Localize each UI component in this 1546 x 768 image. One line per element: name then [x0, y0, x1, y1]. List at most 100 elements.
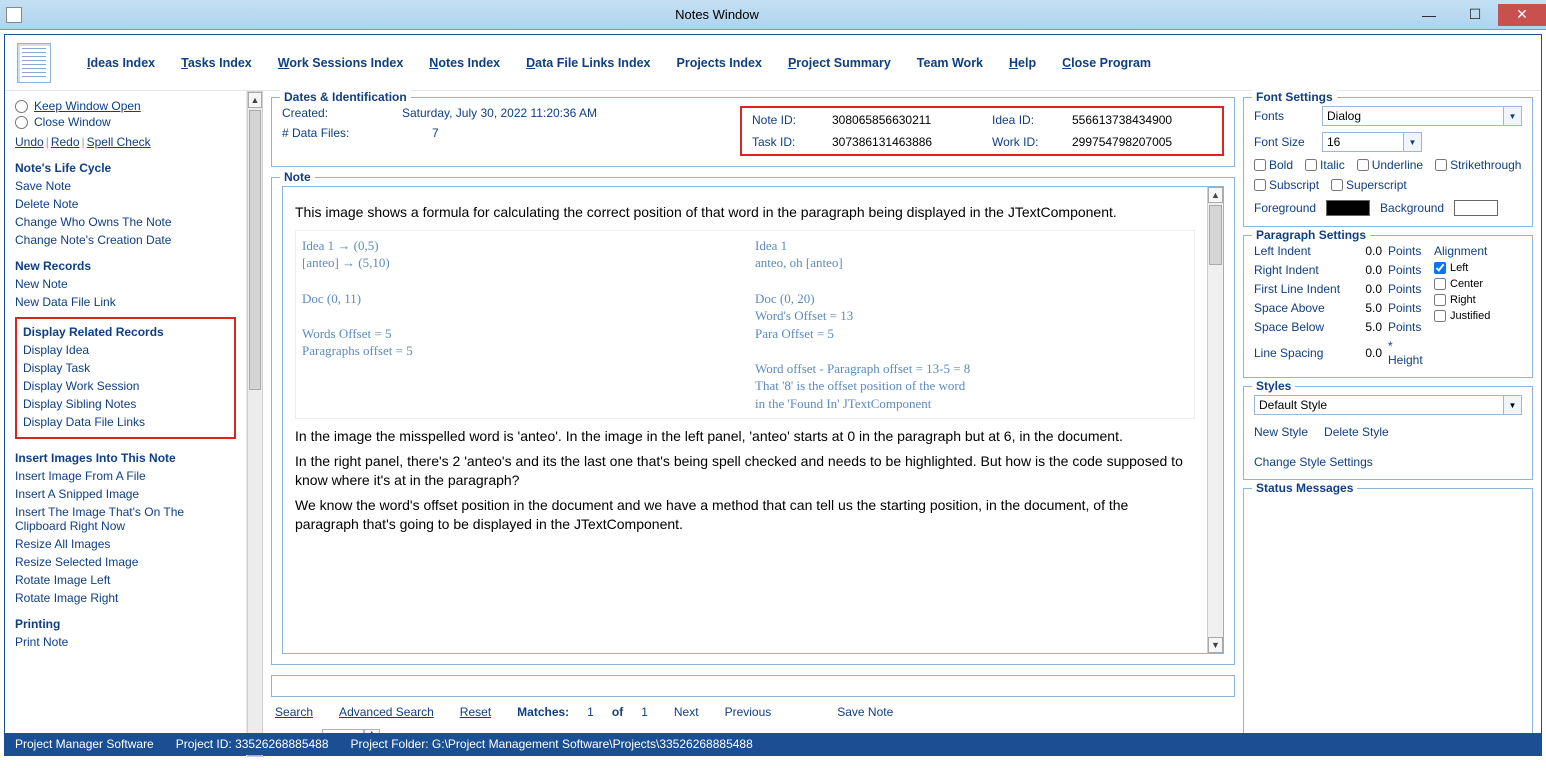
align-right-checkbox[interactable]: Right — [1434, 294, 1490, 306]
space-above-value: 5.0 — [1352, 301, 1382, 315]
display-task-link[interactable]: Display Task — [23, 361, 228, 375]
display-work-session-link[interactable]: Display Work Session — [23, 379, 228, 393]
change-date-link[interactable]: Change Note's Creation Date — [15, 233, 236, 247]
note-scrollbar[interactable]: ▲ ▼ — [1207, 187, 1223, 653]
note-paragraph: In the image the misspelled word is 'ant… — [295, 427, 1195, 446]
align-left-checkbox[interactable]: Left — [1434, 262, 1490, 274]
matches-total: 1 — [641, 705, 648, 719]
strikethrough-checkbox[interactable]: Strikethrough — [1435, 158, 1521, 172]
previous-link[interactable]: Previous — [725, 705, 772, 719]
status-project-folder: Project Folder: G:\Project Management So… — [351, 737, 753, 751]
print-note-link[interactable]: Print Note — [15, 635, 236, 649]
delete-style-link[interactable]: Delete Style — [1324, 425, 1389, 439]
menu-team-work[interactable]: Team Work — [917, 56, 983, 70]
new-style-link[interactable]: New Style — [1254, 425, 1308, 439]
advanced-search-link[interactable]: Advanced Search — [339, 705, 434, 719]
chevron-down-icon[interactable]: ▼ — [1504, 106, 1522, 126]
data-files-value: 7 — [402, 126, 632, 140]
menu-projects-index[interactable]: Projects Index — [677, 56, 762, 70]
menu-tasks-index[interactable]: Tasks Index — [181, 56, 252, 70]
menu-ideas-index[interactable]: Ideas Index — [87, 56, 155, 70]
line-spacing-label: Line Spacing — [1254, 346, 1346, 360]
italic-checkbox[interactable]: Italic — [1305, 158, 1345, 172]
font-select[interactable]: ▼ — [1322, 106, 1522, 126]
delete-note-link[interactable]: Delete Note — [15, 197, 236, 211]
search-link[interactable]: Search — [275, 705, 313, 719]
rotate-left-link[interactable]: Rotate Image Left — [15, 573, 236, 587]
rotate-right-link[interactable]: Rotate Image Right — [15, 591, 236, 605]
display-sibling-notes-link[interactable]: Display Sibling Notes — [23, 397, 228, 411]
vertical-scrollbar-left[interactable]: ▲ ▼ — [247, 91, 263, 757]
note-section: Note This image shows a formula for calc… — [271, 177, 1235, 665]
radio-keep-open[interactable]: Keep Window Open — [15, 99, 236, 113]
font-size-input[interactable] — [1322, 132, 1404, 152]
next-link[interactable]: Next — [674, 705, 699, 719]
insert-clipboard-link[interactable]: Insert The Image That's On The Clipboard… — [15, 505, 236, 533]
search-input[interactable] — [271, 675, 1235, 697]
radio-close-window[interactable]: Close Window — [15, 115, 236, 129]
new-note-link[interactable]: New Note — [15, 277, 236, 291]
underline-checkbox[interactable]: Underline — [1357, 158, 1423, 172]
data-files-label: # Data Files: — [282, 126, 392, 140]
change-owner-link[interactable]: Change Who Owns The Note — [15, 215, 236, 229]
change-style-link[interactable]: Change Style Settings — [1254, 455, 1373, 469]
points-label: Points — [1388, 301, 1426, 315]
menu-project-summary[interactable]: Project Summary — [788, 56, 891, 70]
insert-image-file-link[interactable]: Insert Image From A File — [15, 469, 236, 483]
style-input[interactable] — [1254, 395, 1504, 415]
resize-all-link[interactable]: Resize All Images — [15, 537, 236, 551]
align-center-checkbox[interactable]: Center — [1434, 278, 1490, 290]
bold-checkbox[interactable]: Bold — [1254, 158, 1293, 172]
minimize-button[interactable]: — — [1406, 4, 1452, 26]
window-title: Notes Window — [28, 7, 1406, 22]
section-related-records: Display Related Records — [23, 325, 228, 339]
undo-link[interactable]: Undo — [15, 135, 44, 149]
points-label: Points — [1388, 320, 1426, 334]
redo-link[interactable]: Redo — [51, 135, 80, 149]
new-data-file-link[interactable]: New Data File Link — [15, 295, 236, 309]
menu-help[interactable]: Help — [1009, 56, 1036, 70]
scroll-up-icon[interactable]: ▲ — [248, 92, 262, 108]
display-data-file-links-link[interactable]: Display Data File Links — [23, 415, 228, 429]
close-button[interactable]: ✕ — [1498, 4, 1546, 26]
app-icon — [6, 7, 22, 23]
save-note-link-bottom[interactable]: Save Note — [837, 705, 893, 719]
background-swatch[interactable] — [1454, 200, 1498, 216]
matches-current: 1 — [587, 705, 594, 719]
font-size-select[interactable]: ▼ — [1322, 132, 1422, 152]
styles-section: Styles ▼ New Style Delete Style Change S… — [1243, 386, 1533, 480]
menu-data-file-links-index[interactable]: Data File Links Index — [526, 56, 650, 70]
created-label: Created: — [282, 106, 392, 120]
chevron-down-icon[interactable]: ▼ — [1404, 132, 1422, 152]
scroll-down-icon[interactable]: ▼ — [1208, 637, 1223, 653]
insert-snipped-link[interactable]: Insert A Snipped Image — [15, 487, 236, 501]
menu-close-program[interactable]: Close Program — [1062, 56, 1151, 70]
image-left-text: Idea 1 → (0,5) [anteo] → (5,10) Doc (0, … — [302, 237, 735, 412]
scroll-thumb[interactable] — [249, 110, 261, 390]
style-select[interactable]: ▼ — [1254, 395, 1522, 415]
foreground-swatch[interactable] — [1326, 200, 1370, 216]
points-label: Points — [1388, 244, 1426, 258]
superscript-checkbox[interactable]: Superscript — [1331, 178, 1407, 192]
resize-selected-link[interactable]: Resize Selected Image — [15, 555, 236, 569]
height-label: * Height — [1388, 339, 1426, 367]
legend-dates: Dates & Identification — [280, 90, 411, 104]
display-idea-link[interactable]: Display Idea — [23, 343, 228, 357]
align-justified-checkbox[interactable]: Justified — [1434, 310, 1490, 322]
scroll-thumb[interactable] — [1209, 205, 1222, 265]
font-input[interactable] — [1322, 106, 1504, 126]
menu-work-sessions-index[interactable]: Work Sessions Index — [278, 56, 404, 70]
idea-id-label: Idea ID: — [992, 113, 1052, 127]
save-note-link[interactable]: Save Note — [15, 179, 236, 193]
scroll-up-icon[interactable]: ▲ — [1208, 187, 1223, 203]
note-editor[interactable]: This image shows a formula for calculati… — [283, 187, 1207, 653]
spellcheck-link[interactable]: Spell Check — [87, 135, 151, 149]
menu-notes-index[interactable]: Notes Index — [429, 56, 500, 70]
chevron-down-icon[interactable]: ▼ — [1504, 395, 1522, 415]
legend-styles: Styles — [1252, 379, 1295, 393]
font-size-label: Font Size — [1254, 135, 1314, 149]
maximize-button[interactable]: ☐ — [1452, 4, 1498, 26]
subscript-checkbox[interactable]: Subscript — [1254, 178, 1319, 192]
reset-link[interactable]: Reset — [460, 705, 491, 719]
image-right-text: Idea 1 anteo, oh [anteo] Doc (0, 20) Wor… — [755, 237, 1188, 412]
